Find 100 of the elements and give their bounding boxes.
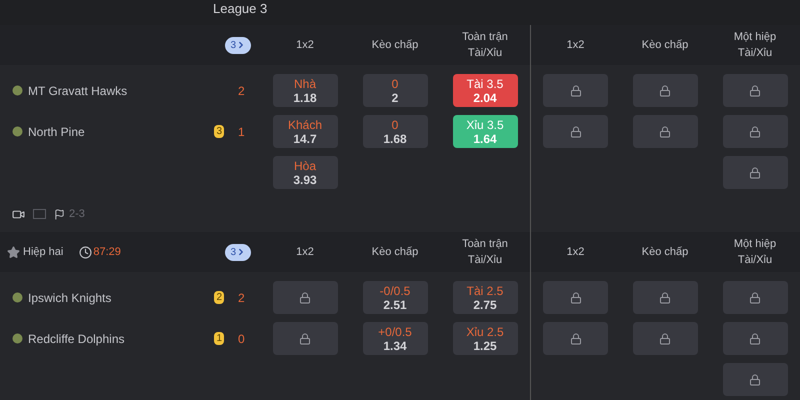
locked-odds-button[interactable] — [632, 115, 698, 148]
odds-price: 14.7 — [293, 132, 317, 146]
locked-odds-button[interactable] — [632, 281, 698, 314]
lock-icon — [749, 126, 761, 138]
locked-odds-button[interactable] — [543, 74, 608, 107]
odds-price: 2.04 — [473, 90, 497, 104]
column-header: Tài/Xỉu — [738, 253, 772, 268]
odds-label: Khách — [288, 118, 322, 132]
match-clock: 87:29 — [93, 244, 121, 260]
lock-icon — [570, 332, 582, 344]
card-count: 3 — [214, 125, 224, 138]
odds-button[interactable]: Hòa 3.93 — [272, 156, 338, 189]
odds-label: Tài 2.5 — [466, 284, 504, 298]
lock-icon — [570, 292, 582, 304]
corner-score: 2-3 — [69, 206, 85, 222]
locked-odds-button[interactable] — [543, 322, 608, 355]
match-period: Hiệp hai — [23, 244, 64, 260]
lock-icon — [749, 332, 761, 344]
lock-icon — [299, 332, 311, 344]
locked-odds-button[interactable] — [272, 322, 338, 355]
odds-label: -0/0.5 — [380, 284, 410, 298]
odds-button[interactable]: 0 1.68 — [362, 115, 428, 148]
league-title: League 3 — [213, 0, 268, 18]
stats-icon[interactable] — [33, 209, 46, 219]
lock-icon — [749, 292, 761, 304]
locked-odds-button[interactable] — [722, 281, 788, 314]
team-score: 2 — [238, 82, 246, 100]
odds-label: Xỉu 2.5 — [466, 324, 504, 338]
column-header: Kèo chấp — [642, 245, 688, 260]
odds-price: 2.75 — [473, 298, 497, 312]
locked-odds-button[interactable] — [722, 115, 788, 148]
lock-icon — [659, 126, 671, 138]
column-header: Tài/Xỉu — [468, 46, 502, 61]
odds-price: 1.18 — [293, 90, 317, 104]
locked-odds-button[interactable] — [722, 363, 788, 396]
odds-price: 1.25 — [473, 338, 497, 352]
team-crest-icon — [12, 85, 23, 96]
odds-price: 1.34 — [383, 338, 407, 352]
odds-price: 2.51 — [383, 298, 407, 312]
corner-flag-icon — [54, 208, 65, 220]
locked-odds-button[interactable] — [632, 74, 698, 107]
locked-odds-button[interactable] — [722, 156, 788, 189]
column-header: Tài/Xỉu — [468, 253, 502, 268]
lock-icon — [659, 84, 671, 96]
lock-icon — [299, 292, 311, 304]
locked-odds-button[interactable] — [632, 322, 698, 355]
column-header: 1x2 — [296, 38, 314, 53]
odds-button[interactable]: Tài 2.5 2.75 — [452, 281, 518, 314]
team-name: North Pine — [28, 124, 86, 140]
video-icon[interactable] — [12, 208, 25, 220]
odds-label: +0/0.5 — [378, 324, 412, 338]
lock-icon — [570, 84, 582, 96]
column-header: 1x2 — [566, 245, 584, 260]
team-name: MT Gravatt Hawks — [28, 82, 128, 100]
odds-price: 2 — [392, 90, 398, 104]
column-header: Toàn trận — [462, 30, 508, 45]
card-count: 1 — [214, 332, 224, 345]
odds-label: 0 — [392, 118, 398, 132]
team-crest-icon — [12, 126, 23, 137]
column-header: 1x2 — [296, 245, 314, 260]
odds-price: 1.68 — [383, 132, 407, 146]
odds-button[interactable]: 0 2 — [362, 74, 428, 107]
odds-label: Hòa — [294, 158, 316, 172]
column-header: 1x2 — [566, 38, 584, 53]
odds-button[interactable]: +0/0.5 1.34 — [362, 322, 428, 355]
team-crest-icon — [12, 292, 23, 303]
star-icon[interactable] — [7, 246, 20, 258]
team-score: 1 — [238, 124, 246, 140]
locked-odds-button[interactable] — [543, 281, 608, 314]
team-score: 0 — [238, 330, 246, 348]
odds-price: 1.64 — [473, 132, 497, 146]
lock-icon — [749, 166, 761, 178]
lock-icon — [570, 126, 582, 138]
lock-icon — [659, 292, 671, 304]
locked-odds-button[interactable] — [722, 74, 788, 107]
lock-icon — [749, 374, 761, 386]
odds-button[interactable]: -0/0.5 2.51 — [362, 281, 428, 314]
locked-odds-button[interactable] — [543, 115, 608, 148]
odds-label: Xỉu 3.5 — [466, 118, 504, 132]
more-markets-badge[interactable]: 3 — [225, 244, 251, 260]
locked-odds-button[interactable] — [272, 281, 338, 314]
odds-button[interactable]: Tài 3.5 2.04 — [452, 74, 518, 107]
locked-odds-button[interactable] — [722, 322, 788, 355]
more-markets-badge[interactable]: 3 — [225, 36, 251, 54]
column-header: Kèo chấp — [372, 245, 418, 260]
column-header: Một hiệp — [734, 30, 776, 45]
column-header: Kèo chấp — [372, 38, 418, 53]
column-header: Kèo chấp — [642, 38, 688, 53]
odds-label: Tài 3.5 — [466, 76, 504, 90]
odds-button[interactable]: Nhà 1.18 — [272, 74, 338, 107]
team-name: Redcliffe Dolphins — [28, 330, 126, 348]
clock-icon — [79, 246, 92, 258]
odds-button[interactable]: Xỉu 2.5 1.25 — [452, 322, 518, 355]
odds-price: 3.93 — [293, 172, 317, 186]
team-crest-icon — [12, 333, 23, 344]
team-name: Ipswich Knights — [28, 290, 112, 306]
team-score: 2 — [238, 290, 246, 306]
lock-icon — [749, 84, 761, 96]
odds-button[interactable]: Khách 14.7 — [272, 115, 338, 148]
column-header: Một hiệp — [734, 237, 776, 252]
